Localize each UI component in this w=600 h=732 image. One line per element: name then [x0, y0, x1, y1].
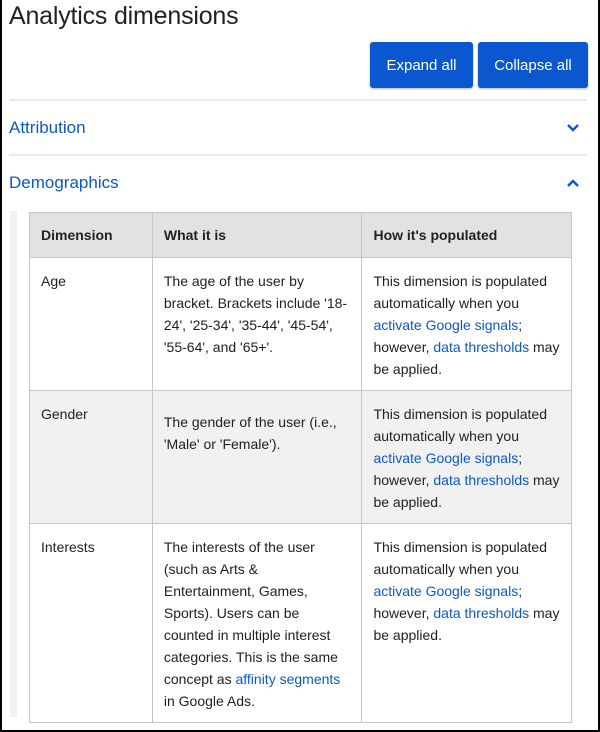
data-thresholds-link[interactable]: data thresholds — [433, 605, 529, 621]
accordion-header-attribution[interactable]: Attribution — [9, 108, 587, 148]
demographics-table: Dimension What it is How it's populated … — [29, 212, 572, 723]
column-header-how-populated: How it's populated — [361, 212, 572, 258]
data-thresholds-link[interactable]: data thresholds — [433, 339, 529, 355]
table-row: Interests The interests of the user (suc… — [29, 523, 572, 723]
column-header-dimension: Dimension — [29, 212, 153, 258]
content-indent-bar — [10, 211, 17, 717]
table-row: Age The age of the user by bracket. Brac… — [29, 257, 572, 391]
activate-google-signals-link[interactable]: activate Google signals — [373, 450, 518, 466]
divider — [9, 154, 587, 156]
accordion-header-demographics[interactable]: Demographics — [9, 163, 587, 203]
text: in Google Ads. — [163, 693, 255, 709]
cell-what-it-is: The interests of the user (such as Arts … — [151, 523, 363, 723]
cell-dimension: Interests — [29, 523, 153, 723]
column-header-what-it-is: What it is — [151, 212, 363, 258]
text: This dimension is populated automaticall… — [373, 406, 547, 444]
text: This dimension is populated automaticall… — [373, 539, 547, 577]
cell-how-populated: This dimension is populated automaticall… — [361, 523, 572, 723]
table-row: Gender The gender of the user (i.e., 'Ma… — [29, 390, 572, 524]
page-title: Analytics dimensions — [9, 2, 239, 30]
cell-how-populated: This dimension is populated automaticall… — [361, 257, 572, 391]
cell-how-populated: This dimension is populated automaticall… — [361, 390, 572, 524]
chevron-down-icon[interactable] — [566, 121, 580, 135]
activate-google-signals-link[interactable]: activate Google signals — [373, 583, 518, 599]
activate-google-signals-link[interactable]: activate Google signals — [373, 317, 518, 333]
cell-dimension: Age — [29, 257, 153, 391]
affinity-segments-link[interactable]: affinity segments — [235, 671, 340, 687]
accordion-label: Attribution — [9, 118, 86, 137]
data-thresholds-link[interactable]: data thresholds — [433, 472, 529, 488]
chevron-up-icon[interactable] — [566, 176, 580, 190]
expand-all-button[interactable]: Expand all — [370, 42, 473, 88]
collapse-all-button[interactable]: Collapse all — [478, 42, 588, 88]
cell-dimension: Gender — [29, 390, 153, 524]
cell-what-it-is: The age of the user by bracket. Brackets… — [151, 257, 363, 391]
divider — [9, 99, 587, 101]
cell-what-it-is: The gender of the user (i.e., 'Male' or … — [151, 390, 363, 524]
accordion-label: Demographics — [9, 173, 119, 192]
table-header-row: Dimension What it is How it's populated — [29, 212, 572, 258]
text: The interests of the user (such as Arts … — [163, 539, 338, 687]
text: This dimension is populated automaticall… — [373, 273, 547, 311]
